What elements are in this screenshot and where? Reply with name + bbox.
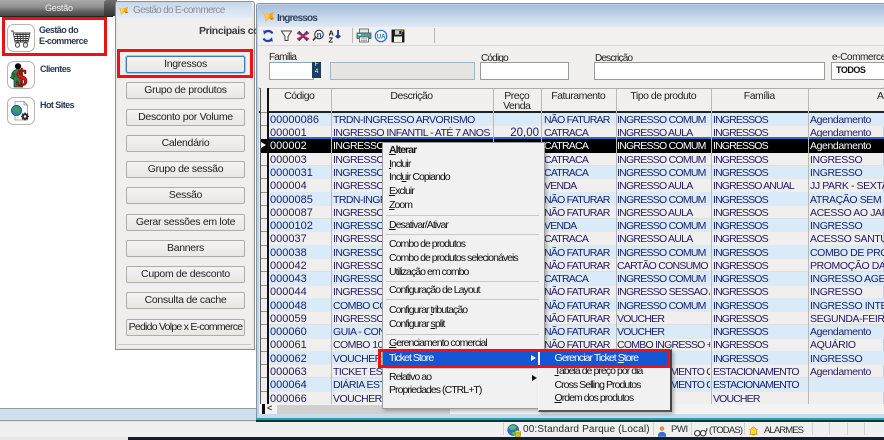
svg-text:UA: UA bbox=[377, 34, 386, 40]
svg-text:$: $ bbox=[16, 66, 28, 90]
svg-text:Z: Z bbox=[329, 36, 334, 44]
svg-text:n: n bbox=[317, 31, 322, 40]
